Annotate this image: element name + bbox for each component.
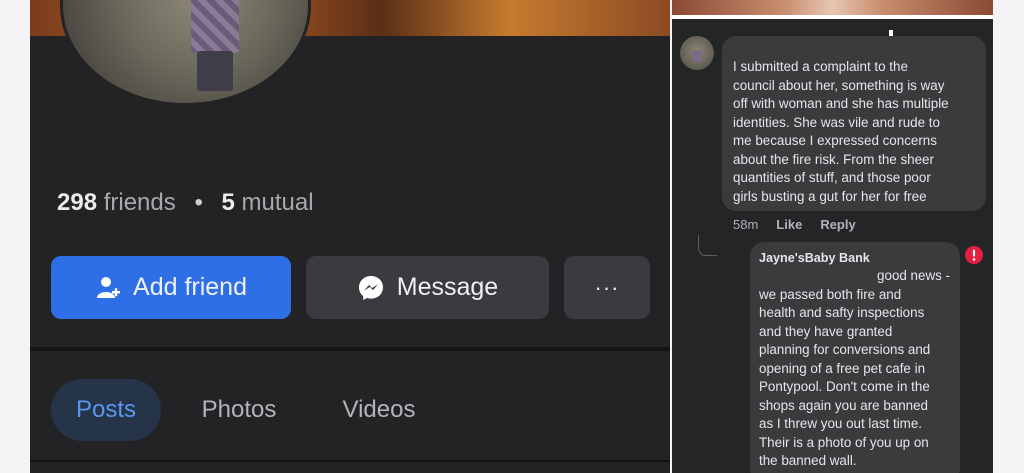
separator-dot: • [194, 189, 203, 216]
page-margin [993, 0, 1024, 473]
messenger-icon [357, 274, 385, 302]
comment-line: council about her, something is way [733, 77, 945, 93]
reply-line: Pontypool. Don't come in the [759, 379, 930, 394]
comment-line: I submitted a complaint to the [733, 59, 908, 74]
reply-line: planning for conversions and [759, 342, 931, 357]
mutual-count: 5 [221, 189, 235, 216]
message-button[interactable]: Message [306, 256, 549, 319]
friends-summary[interactable]: 298 friends • 5 mutual [57, 189, 314, 217]
profile-avatar[interactable] [60, 0, 311, 106]
comment-bubble[interactable]: I submitted a complaint to the council a… [722, 36, 986, 211]
reply-bubble[interactable]: Jayne'sBaby Bank good news - we passed b… [750, 242, 960, 473]
reply-link[interactable]: Reply [820, 217, 855, 232]
comment-line: off with woman and she has multiple [733, 96, 949, 111]
comment-line: about the fire risk. From the sheer [733, 151, 934, 167]
profile-panel: 298 friends • 5 mutual Add friend Messag… [30, 0, 670, 473]
comment-line: girls busting a gut for her for free [733, 188, 927, 204]
section-divider [30, 347, 670, 351]
tab-posts[interactable]: Posts [51, 379, 161, 441]
reply-line: as I threw you out last time. [759, 416, 922, 431]
comment-actions: 58m Like Reply [733, 217, 856, 232]
more-options-button[interactable]: ··· [564, 256, 650, 319]
commenter-avatar[interactable] [680, 36, 714, 70]
reply-line: shops again you are banned [759, 397, 929, 413]
avatar-figure [191, 0, 239, 53]
tab-videos-label: Videos [342, 396, 416, 423]
reply-line: Their is a photo of you up on [759, 434, 929, 450]
like-link[interactable]: Like [776, 217, 802, 232]
alert-icon[interactable] [965, 246, 983, 264]
friends-count: 298 [57, 189, 98, 216]
mutual-label: mutual [241, 189, 314, 216]
reply-line: the banned wall. [759, 453, 857, 468]
comments-panel: I submitted a complaint to the council a… [672, 0, 993, 473]
tabs-divider [30, 460, 670, 462]
reply-author[interactable]: Jayne'sBaby Bank [759, 249, 952, 267]
reply-line: opening of a free pet cafe in [759, 360, 926, 376]
add-friend-button[interactable]: Add friend [51, 256, 291, 319]
reply-line: health and safty inspections [759, 305, 925, 320]
reply-line: we passed both fire and [759, 286, 902, 302]
friends-label: friends [103, 189, 176, 216]
more-icon: ··· [594, 274, 620, 300]
add-friend-label: Add friend [133, 273, 247, 301]
message-label: Message [396, 273, 499, 301]
comment-line: quantities of stuff, and those poor [733, 170, 931, 185]
reply-line: good news - [877, 268, 950, 283]
photo-divider [672, 15, 993, 19]
post-photo[interactable] [672, 0, 993, 15]
commenter-avatar-figure [693, 50, 702, 62]
reply-line: and they have granted [759, 323, 893, 339]
tab-photos-label: Photos [201, 396, 277, 423]
tab-videos[interactable]: Videos [320, 379, 438, 441]
tab-posts-label: Posts [75, 396, 137, 423]
avatar-figure-legs [197, 51, 233, 91]
comment-line: me because I expressed concerns [733, 133, 937, 148]
reply-thread-line [698, 235, 717, 256]
comment-line: identities. She was vile and rude to [733, 114, 940, 130]
tab-photos[interactable]: Photos [180, 379, 298, 441]
add-person-icon [95, 275, 121, 301]
comment-timestamp[interactable]: 58m [733, 217, 758, 232]
